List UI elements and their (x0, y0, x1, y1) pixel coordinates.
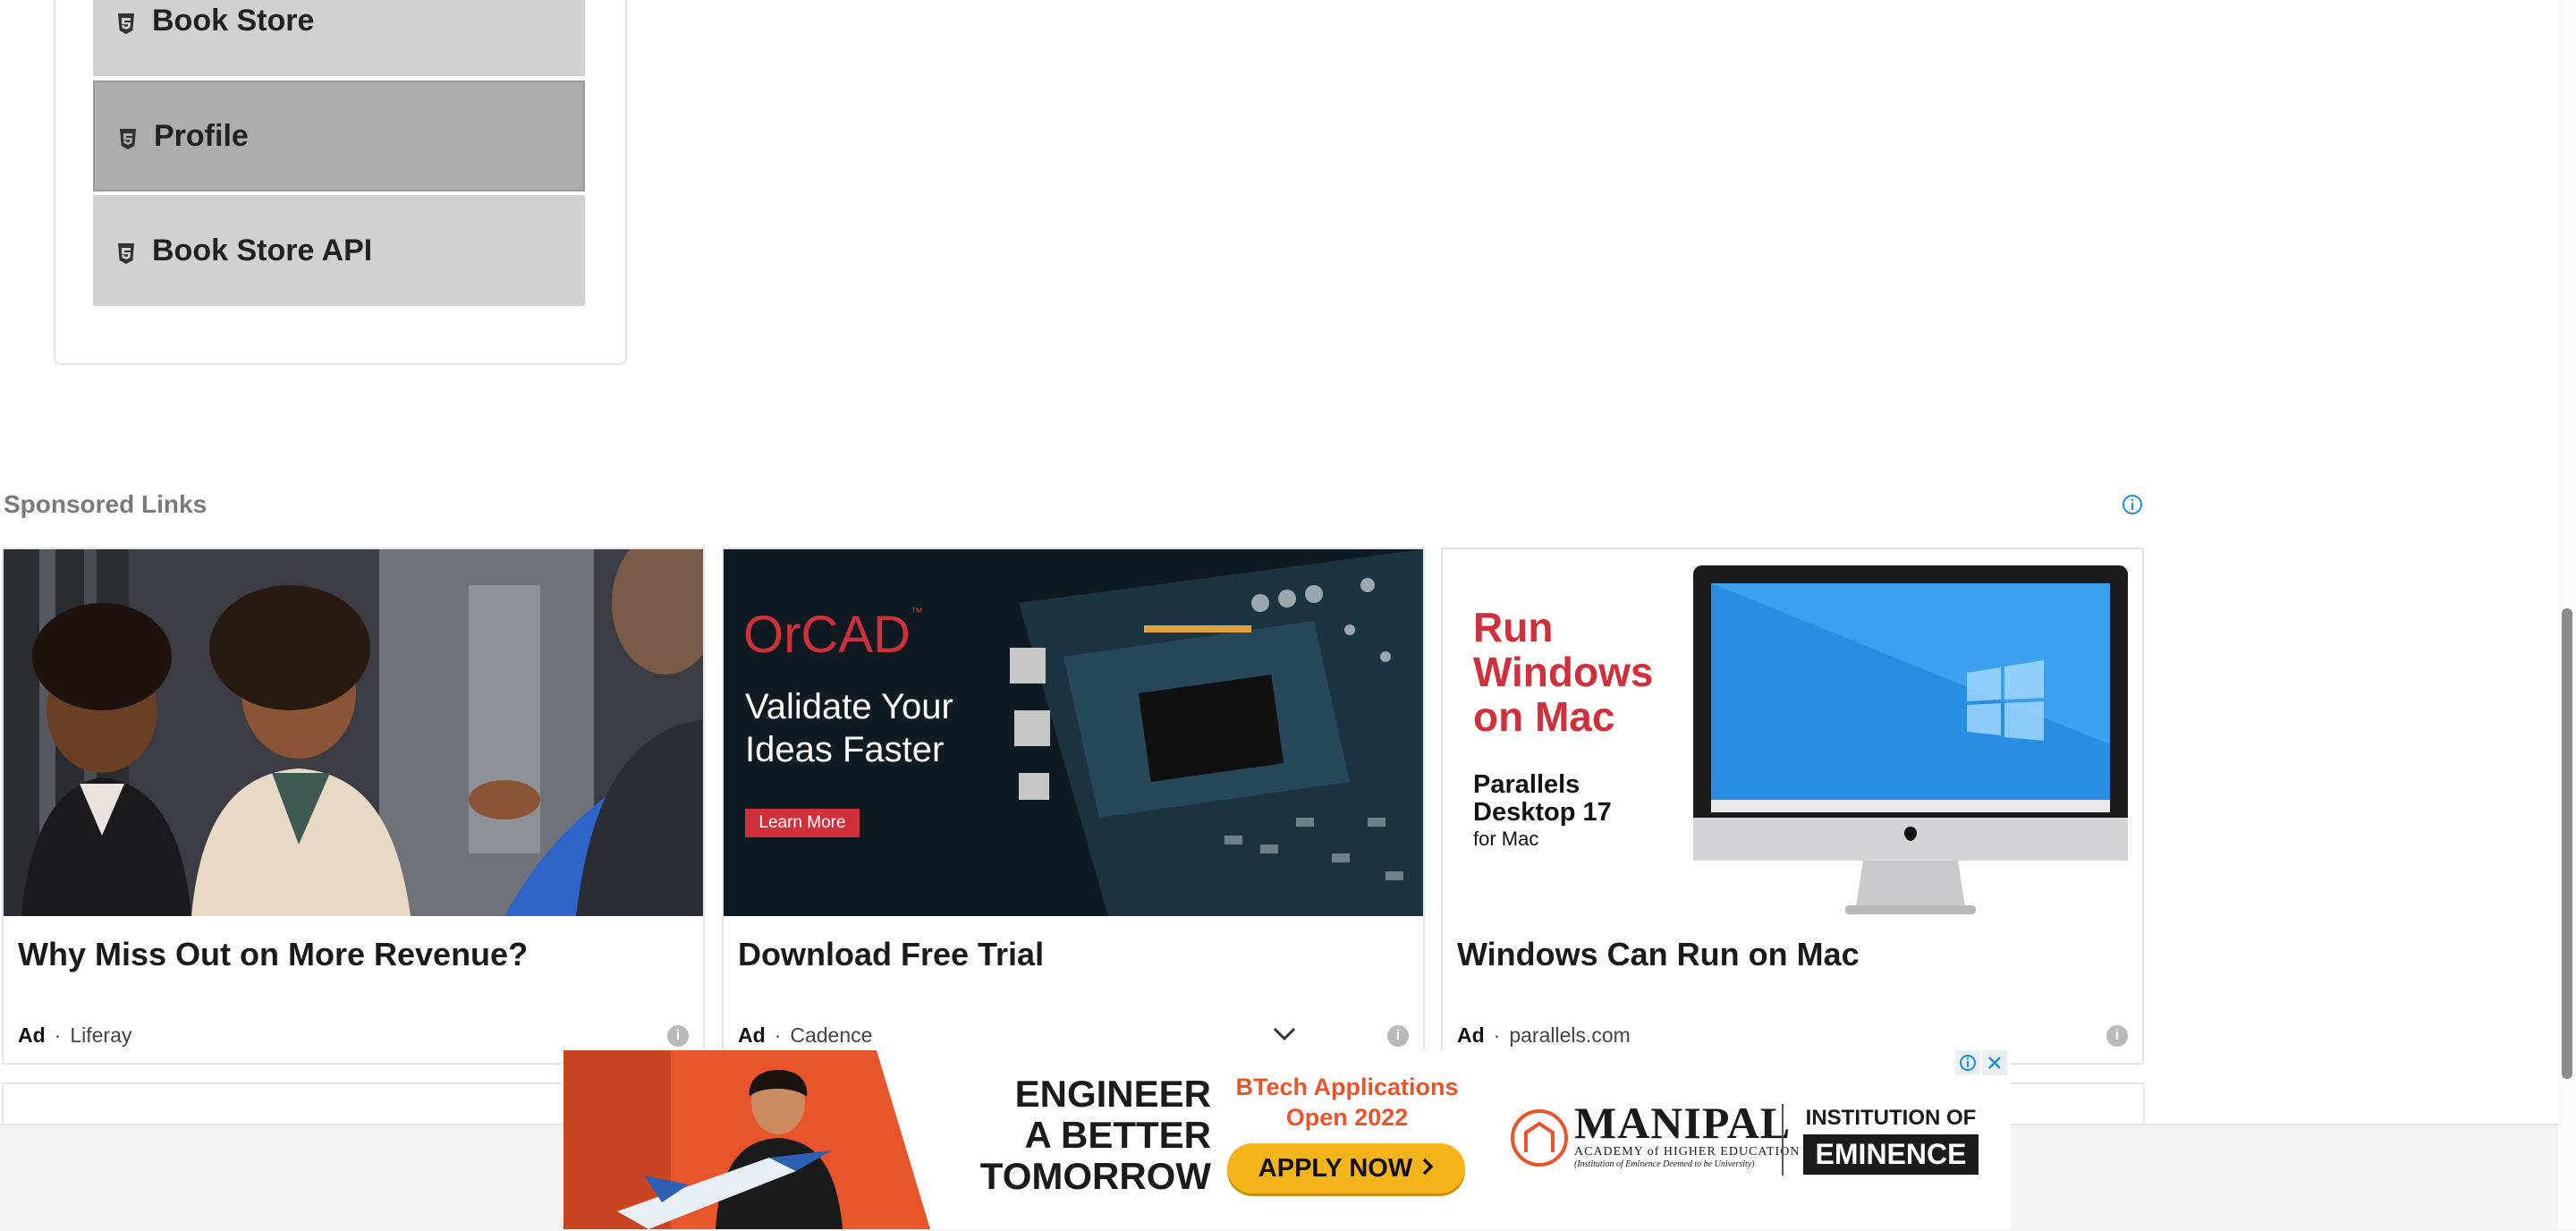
ad-choices-info-icon[interactable] (2122, 494, 2143, 515)
manipal-brand: MANIPAL (1574, 1098, 1792, 1148)
banner-apps-line-2: Open 2022 (1285, 1104, 1409, 1131)
chevron-down-icon[interactable] (1271, 1023, 1298, 1045)
banner-apps-line-1: BTech Applications (1235, 1074, 1459, 1100)
ad-info-icon[interactable]: i (1387, 1025, 1409, 1047)
ad-separator: · (774, 1023, 782, 1047)
close-icon[interactable] (1982, 1050, 2007, 1075)
parallels-line-3: on Mac (1473, 693, 1615, 740)
ad-info-icon[interactable]: i (2106, 1025, 2128, 1047)
manipal-subtitle: ACADEMY of HIGHER EDUCATION (1574, 1145, 1801, 1159)
ad-card-cadence[interactable]: OrCAD™ Validate Your Ideas Faster Learn … (722, 548, 1425, 1065)
orcad-headline-2: Ideas Faster (745, 730, 945, 769)
html5-icon (116, 239, 136, 264)
manipal-tagline: (Institution of Eminence Deemed to be Un… (1574, 1159, 1755, 1169)
ad-label: Ad (18, 1023, 46, 1047)
sidebar-item-book-store-api[interactable]: Book Store API (93, 195, 585, 306)
page-scrollbar-thumb[interactable] (2562, 608, 2572, 1079)
ad-info-icon[interactable]: i (667, 1025, 689, 1047)
orcad-tm: ™ (910, 605, 923, 619)
parallels-product-1: Parallels (1473, 770, 1580, 799)
orcad-learn-more-button[interactable]: Learn More (745, 809, 860, 837)
ad-source[interactable]: parallels.com (1509, 1023, 1631, 1048)
ad-choices-icon[interactable] (1955, 1050, 1980, 1075)
banner-headline-1: ENGINEER (1014, 1073, 1211, 1115)
html5-icon (118, 124, 138, 149)
ad-separator: · (54, 1023, 62, 1047)
ad-source[interactable]: Liferay (70, 1023, 131, 1048)
ad-image-parallels[interactable]: Run Windows on Mac Parallels Desktop 17 … (1443, 549, 2142, 916)
parallels-line-1: Run (1473, 604, 1554, 650)
parallels-product-2: Desktop 17 (1473, 798, 1612, 827)
orcad-headline-1: Validate Your (745, 687, 953, 726)
sidebar-item-label: Book Store (152, 3, 315, 38)
sidebar-item-label: Book Store API (152, 233, 373, 267)
chevron-right-icon (1421, 1154, 1434, 1184)
banner-divider (1782, 1104, 1784, 1176)
sponsored-links-title: Sponsored Links (4, 490, 208, 518)
ad-separator: · (1493, 1023, 1501, 1047)
parallels-product-3: for Mac (1473, 828, 1539, 850)
html5-icon (116, 9, 136, 34)
bottom-banner-ad[interactable]: ENGINEER A BETTER TOMORROW BTech Applica… (564, 1050, 2011, 1229)
sidebar-item-label: Profile (154, 118, 249, 153)
ad-image-orcad[interactable]: OrCAD™ Validate Your Ideas Faster Learn … (724, 549, 1423, 916)
banner-headline-2: A BETTER (1024, 1114, 1211, 1156)
ad-footer: Ad · Liferay (18, 1023, 131, 1048)
ad-title[interactable]: Windows Can Run on Mac (1457, 936, 1860, 973)
manipal-logo (1508, 1102, 1571, 1178)
ad-image-business-people[interactable] (4, 549, 703, 916)
ad-card-liferay[interactable]: Why Miss Out on More Revenue? Ad · Lifer… (2, 548, 705, 1065)
banner-headline-3: TOMORROW (979, 1155, 1211, 1197)
parallels-line-2: Windows (1473, 649, 1654, 695)
ad-source[interactable]: Cadence (790, 1023, 872, 1048)
imac-illustration (1693, 565, 2128, 916)
ad-title[interactable]: Download Free Trial (738, 936, 1044, 973)
ad-card-parallels[interactable]: Run Windows on Mac Parallels Desktop 17 … (1441, 548, 2144, 1065)
sidebar-item-book-store[interactable]: Book Store (93, 0, 585, 76)
banner-apply-now-label: APPLY NOW (1258, 1153, 1413, 1183)
sidebar-item-profile[interactable]: Profile (93, 81, 585, 191)
ad-footer: Ad · Cadence (738, 1023, 872, 1048)
ioe-label-1: INSTITUTION OF (1805, 1106, 1977, 1130)
ad-label: Ad (738, 1023, 766, 1047)
ad-footer: Ad · parallels.com (1457, 1023, 1631, 1048)
ad-label: Ad (1457, 1023, 1485, 1047)
ioe-label-2: EMINENCE (1803, 1134, 1979, 1175)
ad-title[interactable]: Why Miss Out on More Revenue? (18, 936, 528, 973)
banner-apply-now-button[interactable]: APPLY NOW (1227, 1143, 1465, 1193)
orcad-brand: OrCAD (743, 606, 911, 664)
